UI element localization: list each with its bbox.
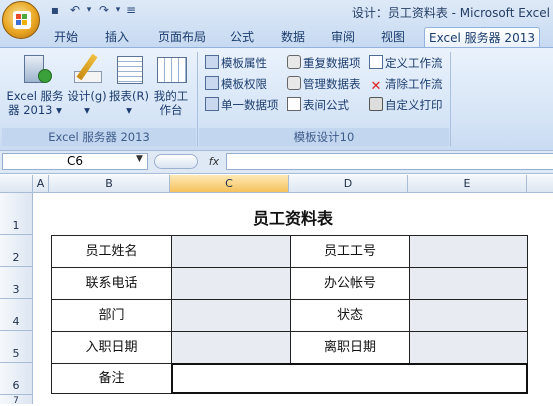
customize-icon[interactable]: ≡	[124, 4, 138, 17]
row-header-1[interactable]: 1	[0, 193, 33, 235]
design-dropdown: ▾	[84, 103, 90, 117]
my-workbench-label-1: 我的工	[153, 89, 189, 103]
manage-tables-icon	[287, 76, 301, 90]
manage-tables-button[interactable]: 管理数据表	[287, 75, 361, 93]
template-properties-button[interactable]: 模板属性	[205, 54, 267, 72]
single-data-icon	[205, 97, 219, 111]
label-remarks: 备注	[51, 363, 172, 394]
excel-server-2013-button[interactable]: Excel 服务 器 2013 ▾	[6, 53, 64, 125]
input-status[interactable]	[409, 299, 528, 332]
redo-icon[interactable]: ↷	[97, 4, 111, 17]
tab-page-layout[interactable]: 页面布局	[150, 27, 214, 47]
ribbon-separator	[450, 52, 451, 146]
template-permissions-button[interactable]: 模板权限	[205, 75, 267, 93]
clear-workflow-icon: ✕	[370, 79, 382, 94]
column-header-c[interactable]: C	[170, 175, 289, 193]
report-icon	[112, 53, 146, 87]
row-header-2[interactable]: 2	[0, 235, 33, 267]
group-label-template-design: 模板设计10	[199, 128, 449, 146]
undo-dropdown-icon[interactable]: ▾	[82, 4, 96, 17]
define-workflow-button[interactable]: 定义工作流	[369, 54, 443, 72]
my-workbench-button[interactable]: 我的工 作台	[150, 53, 192, 125]
input-department[interactable]	[171, 299, 291, 332]
undo-icon[interactable]: ↶	[68, 4, 82, 17]
formula-bar-expander[interactable]	[154, 154, 198, 169]
report-label: 报表(R)	[109, 89, 149, 103]
tab-home[interactable]: 开始	[47, 27, 85, 47]
input-leave-date[interactable]	[409, 331, 528, 364]
formula-icon	[287, 97, 301, 111]
sheet-title: 员工资料表	[252, 209, 333, 228]
column-header-e[interactable]: E	[408, 175, 527, 193]
tab-insert[interactable]: 插入	[98, 27, 136, 47]
template-properties-icon	[205, 55, 219, 69]
ribbon-separator	[197, 52, 198, 146]
label-employee-id: 员工工号	[290, 235, 410, 268]
repeat-data-icon	[287, 55, 301, 69]
design-pencil-icon	[70, 53, 104, 87]
tab-view[interactable]: 视图	[374, 27, 412, 47]
row-header-7[interactable]: 7	[0, 395, 33, 406]
input-employee-name[interactable]	[171, 235, 291, 268]
label-phone: 联系电话	[51, 267, 172, 300]
excel-server-label-1: Excel 服务	[6, 89, 64, 103]
custom-print-button[interactable]: 自定义打印	[369, 96, 443, 114]
row-header-3[interactable]: 3	[0, 267, 33, 299]
print-icon	[369, 97, 383, 111]
row-header-6[interactable]: 6	[0, 363, 33, 395]
column-header-a[interactable]: A	[33, 175, 49, 193]
name-box[interactable]: C6	[2, 153, 148, 170]
label-office-account: 办公帐号	[290, 267, 410, 300]
tab-excel-server-2013[interactable]: Excel 服务器 2013	[424, 27, 540, 48]
office-logo-icon	[13, 11, 31, 29]
insert-function-icon[interactable]: fx	[204, 153, 224, 170]
inter-table-formula-button[interactable]: 表间公式	[287, 96, 349, 114]
label-status: 状态	[290, 299, 410, 332]
input-remarks-selected[interactable]	[171, 363, 528, 394]
single-data-button[interactable]: 单一数据项	[205, 96, 279, 114]
formula-input[interactable]	[226, 153, 553, 170]
template-permissions-icon	[205, 76, 219, 90]
define-workflow-icon	[369, 55, 383, 69]
name-box-dropdown-icon[interactable]: ▼	[136, 154, 143, 164]
server-icon	[18, 53, 52, 87]
select-all-corner[interactable]	[0, 175, 33, 193]
tab-formulas[interactable]: 公式	[224, 27, 260, 47]
excel-server-label-2: 器 2013 ▾	[8, 103, 62, 117]
row-header-5[interactable]: 5	[0, 331, 33, 363]
design-label: 设计(g)	[67, 89, 107, 103]
save-icon[interactable]: ▪	[48, 4, 62, 17]
clear-workflow-button[interactable]: ✕ 清除工作流	[369, 75, 443, 94]
my-workbench-label-2: 作台	[159, 103, 183, 117]
input-hire-date[interactable]	[171, 331, 291, 364]
office-button[interactable]	[2, 1, 40, 39]
report-button[interactable]: 报表(R) ▾	[109, 53, 149, 125]
column-header-d[interactable]: D	[289, 175, 408, 193]
label-department: 部门	[51, 299, 172, 332]
input-employee-id[interactable]	[409, 235, 528, 268]
label-employee-name: 员工姓名	[51, 235, 172, 268]
repeat-data-button[interactable]: 重复数据项	[287, 54, 361, 72]
input-office-account[interactable]	[409, 267, 528, 300]
group-label-excel-server: Excel 服务器 2013	[2, 128, 196, 146]
column-header-overflow	[527, 175, 553, 193]
label-hire-date: 入职日期	[51, 331, 172, 364]
column-header-b[interactable]: B	[49, 175, 170, 193]
tab-data[interactable]: 数据	[274, 27, 312, 47]
redo-dropdown-icon[interactable]: ▾	[111, 4, 125, 17]
workbench-icon	[154, 53, 188, 87]
design-button[interactable]: 设计(g) ▾	[66, 53, 108, 125]
label-leave-date: 离职日期	[290, 331, 410, 364]
report-dropdown: ▾	[126, 103, 132, 117]
row-header-4[interactable]: 4	[0, 299, 33, 331]
input-phone[interactable]	[171, 267, 291, 300]
window-title: 设计：员工资料表 - Microsoft Excel	[351, 6, 550, 20]
tab-review[interactable]: 审阅	[324, 27, 362, 47]
